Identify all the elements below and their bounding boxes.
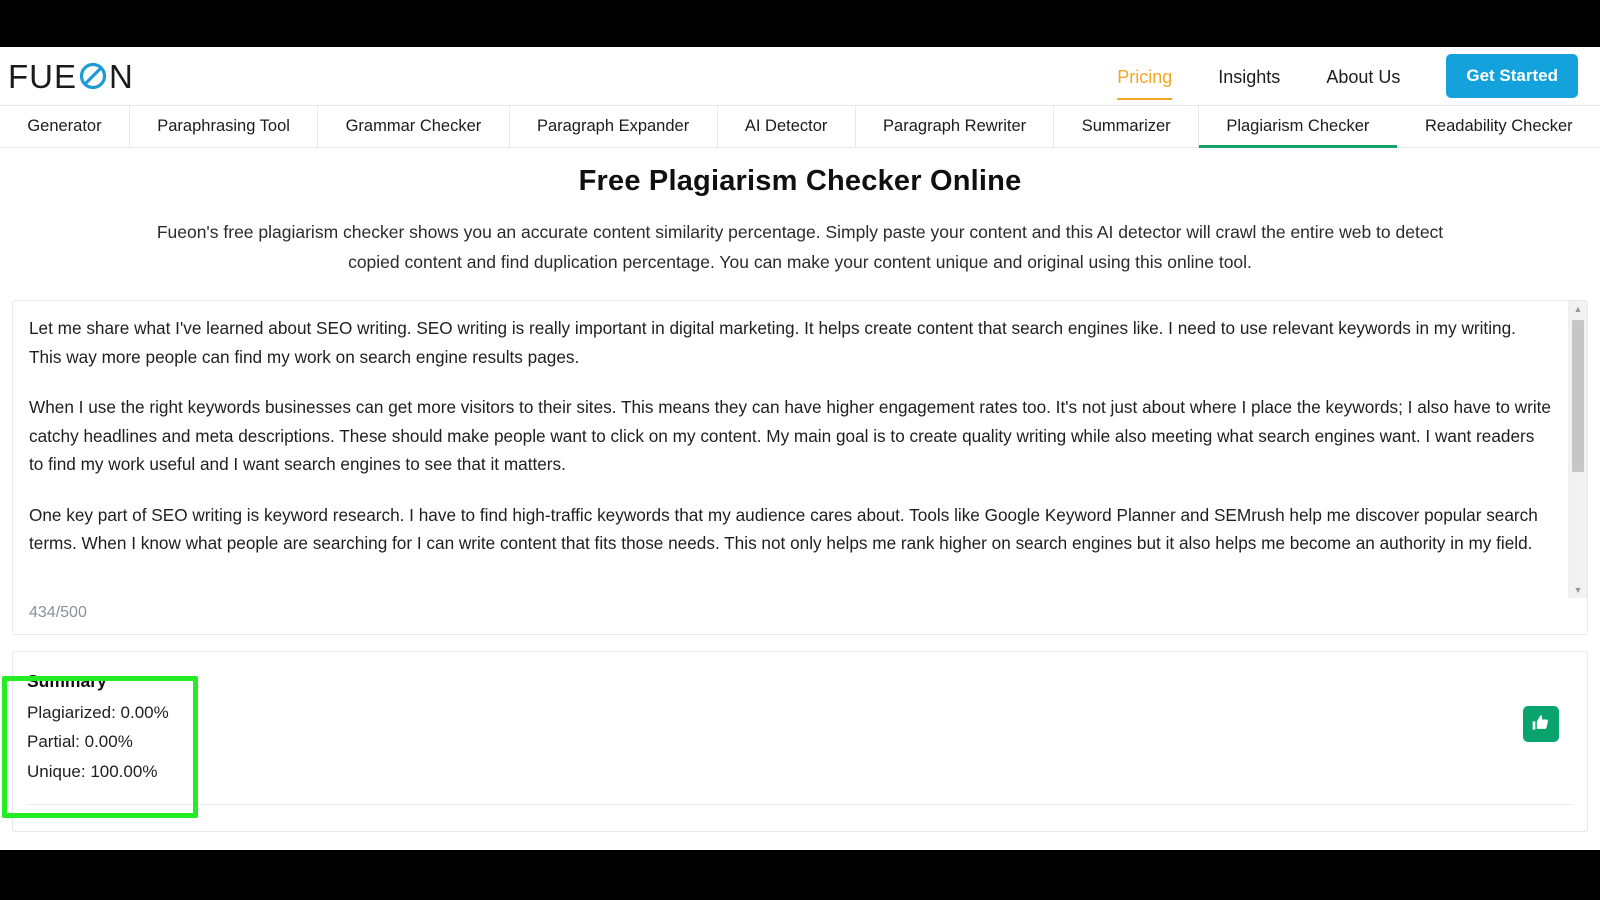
page-description-line-1: Fueon's free plagiarism checker shows yo…	[156, 222, 1257, 242]
tab-paragraph-rewriter[interactable]: Paragraph Rewriter	[856, 106, 1055, 147]
text-editor-body: Let me share what I've learned about SEO…	[13, 301, 1587, 599]
text-editor-card: Let me share what I've learned about SEO…	[12, 300, 1588, 636]
brand-logo[interactable]: FUE N	[8, 60, 134, 93]
scrollbar-thumb[interactable]	[1572, 320, 1584, 473]
editor-paragraph-3: One key part of SEO writing is keyword r…	[29, 504, 1538, 554]
nav-item-pricing[interactable]: Pricing	[1117, 59, 1173, 100]
hero-section: Free Plagiarism Checker Online Fueon's f…	[0, 148, 1600, 283]
nav-item-insights[interactable]: Insights	[1218, 59, 1280, 94]
summary-unique: Unique: 100.00%	[27, 761, 158, 781]
results-card: Summary Plagiarized: 0.00% Partial: 0.00…	[12, 651, 1588, 833]
summary-plagiarized: Plagiarized: 0.00%	[27, 702, 169, 722]
page-description: Fueon's free plagiarism checker shows yo…	[155, 217, 1445, 277]
thumbs-up-button[interactable]	[1523, 706, 1559, 743]
tab-plagiarism-checker[interactable]: Plagiarism Checker	[1199, 106, 1398, 148]
tool-tabs: Generator Paraphrasing Tool Grammar Chec…	[0, 105, 1600, 148]
get-started-button[interactable]: Get Started	[1446, 54, 1578, 98]
chevron-down-icon[interactable]: ▼	[1569, 582, 1587, 598]
editor-paragraph-2: When I use the right keywords businesses…	[29, 397, 1551, 475]
fueon-circle-slash-logo-icon	[78, 61, 108, 91]
tab-generator[interactable]: Generator	[0, 106, 130, 147]
summary-title: Summary	[27, 671, 107, 692]
editor-scrollbar[interactable]: ▲ ▼	[1568, 301, 1587, 599]
editor-paragraph-1: Let me share what I've learned about SEO…	[29, 318, 1516, 367]
summary-partial: Partial: 0.00%	[27, 732, 133, 752]
chevron-up-icon[interactable]: ▲	[1569, 301, 1587, 317]
brand-name-prefix: FUE	[8, 57, 77, 95]
tab-readability-checker[interactable]: Readability Checker	[1398, 106, 1600, 147]
page-title: Free Plagiarism Checker Online	[578, 165, 1022, 197]
brand-name-suffix: N	[109, 57, 134, 95]
primary-nav: Pricing Insights About Us Get Started	[1117, 54, 1578, 100]
tab-ai-detector[interactable]: AI Detector	[718, 106, 856, 147]
tab-paragraph-expander[interactable]: Paragraph Expander	[510, 106, 718, 147]
character-counter: 434/500	[29, 604, 87, 622]
results-divider	[27, 804, 1573, 806]
tab-paraphrasing-tool[interactable]: Paraphrasing Tool	[130, 106, 319, 147]
content-textarea[interactable]: Let me share what I've learned about SEO…	[13, 301, 1568, 598]
summary-panel: Summary Plagiarized: 0.00% Partial: 0.00…	[27, 666, 169, 786]
nav-item-about-us[interactable]: About Us	[1326, 59, 1400, 94]
thumbs-up-icon	[1531, 713, 1551, 736]
tab-summarizer[interactable]: Summarizer	[1054, 106, 1200, 147]
app-page: FUE N Pricing Insights About Us Get Star…	[0, 47, 1600, 850]
tab-grammar-checker[interactable]: Grammar Checker	[318, 106, 510, 147]
site-header: FUE N Pricing Insights About Us Get Star…	[0, 47, 1600, 105]
